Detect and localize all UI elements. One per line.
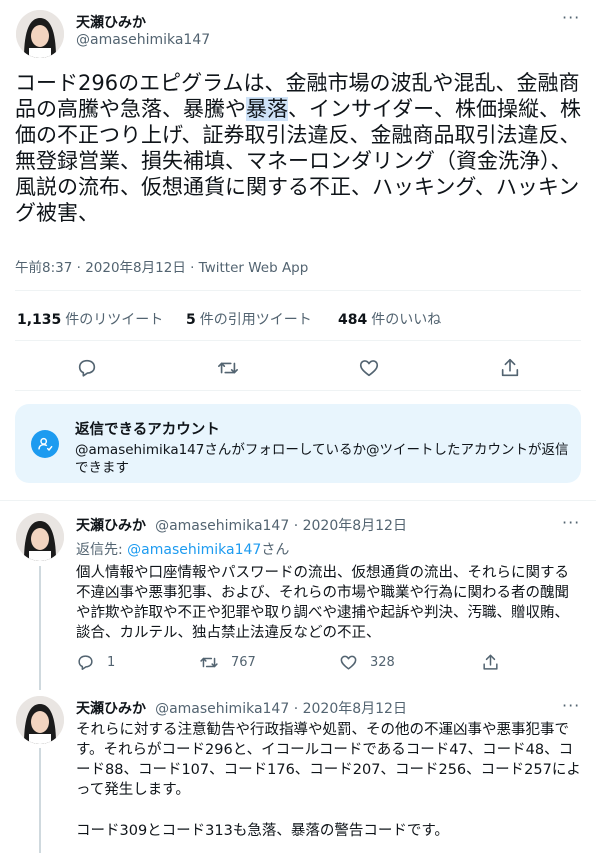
divider [15, 290, 581, 291]
thread-line [39, 748, 41, 853]
more-options-icon[interactable]: ··· [562, 696, 580, 715]
avatar[interactable] [16, 10, 64, 58]
card-body: @amasehimika147さんがフォローしているか@ツイートしたアカウントが… [75, 442, 569, 476]
replying-to-handle[interactable]: @amasehimika147 [127, 542, 261, 558]
reply-header: 天瀬ひみか @amasehimika147 · 2020年8月12日 [76, 515, 407, 535]
tweet-timestamp[interactable]: 午前8:37 · 2020年8月12日 · Twitter Web App [15, 256, 308, 276]
retweet-icon[interactable]: 767 [199, 653, 256, 672]
share-icon[interactable] [499, 357, 521, 379]
reply-icon[interactable]: 1 [76, 653, 115, 672]
reply-text: それらに対する注意勧告や行政指導や処罰、その他の不運凶事や悪事犯事です。それらが… [76, 722, 581, 798]
likes-label: 件のいいね [371, 312, 442, 328]
avatar[interactable] [16, 696, 64, 744]
avatar-image [16, 10, 64, 58]
reply-header: 天瀬ひみか @amasehimika147 · 2020年8月12日 [76, 698, 407, 718]
divider [15, 390, 581, 391]
retweet-count: 767 [231, 655, 256, 670]
quotes-label: 件の引用ツイート [199, 312, 312, 328]
reply-text: 個人情報や口座情報やパスワードの流出、仮想通貨の流出、それらに関する不違凶事や悪… [76, 565, 569, 641]
divider [15, 340, 581, 341]
thread-line [39, 566, 41, 690]
reply-author-name[interactable]: 天瀬ひみか [76, 701, 146, 717]
who-can-reply-card: 返信できるアカウント @amasehimika147さんがフォローしているか@ツ… [15, 404, 581, 483]
like-icon[interactable] [358, 357, 380, 379]
retweet-icon[interactable] [216, 357, 240, 379]
reply-text: コード309とコード313も急落、暴落の警告コードです。 [76, 823, 449, 839]
share-icon[interactable] [481, 653, 500, 672]
retweets-label: 件のリツイート [65, 312, 164, 328]
author-handle[interactable]: @amasehimika147 [76, 32, 210, 48]
replying-to-prefix: 返信先: [76, 542, 128, 558]
avatar-image [16, 513, 64, 561]
avatar-image [16, 696, 64, 744]
reply-handle-date[interactable]: @amasehimika147 · 2020年8月12日 [155, 518, 407, 534]
quotes-stat[interactable]: 5 件の引用ツイート [186, 309, 312, 329]
more-options-icon[interactable]: ··· [562, 8, 580, 27]
likes-stat[interactable]: 484 件のいいね [338, 309, 441, 329]
reply-icon[interactable] [76, 357, 98, 379]
quotes-count: 5 [186, 312, 196, 328]
card-title: 返信できるアカウント [75, 422, 220, 438]
reply-count: 1 [107, 655, 116, 670]
likes-count: 484 [338, 312, 368, 328]
retweets-stat[interactable]: 1,135 件のリツイート [17, 309, 163, 329]
retweets-count: 1,135 [17, 312, 62, 328]
mention-icon [31, 430, 59, 458]
reply-handle-date[interactable]: @amasehimika147 · 2020年8月12日 [155, 701, 407, 717]
more-options-icon[interactable]: ··· [562, 513, 580, 532]
replying-to-suffix: さん [261, 542, 290, 558]
tweet-text: コード296のエピグラムは、金融市場の波乱や混乱、金融商品の高騰や急落、暴騰や暴… [15, 70, 581, 226]
replying-to: 返信先: @amasehimika147さん [76, 539, 289, 559]
avatar[interactable] [16, 513, 64, 561]
author-name[interactable]: 天瀬ひみか [76, 12, 146, 32]
like-icon[interactable]: 328 [339, 653, 395, 672]
divider [0, 500, 596, 501]
reply-author-name[interactable]: 天瀬ひみか [76, 518, 146, 534]
like-count: 328 [370, 655, 395, 670]
tweet-text-highlight: 暴落 [246, 97, 288, 121]
